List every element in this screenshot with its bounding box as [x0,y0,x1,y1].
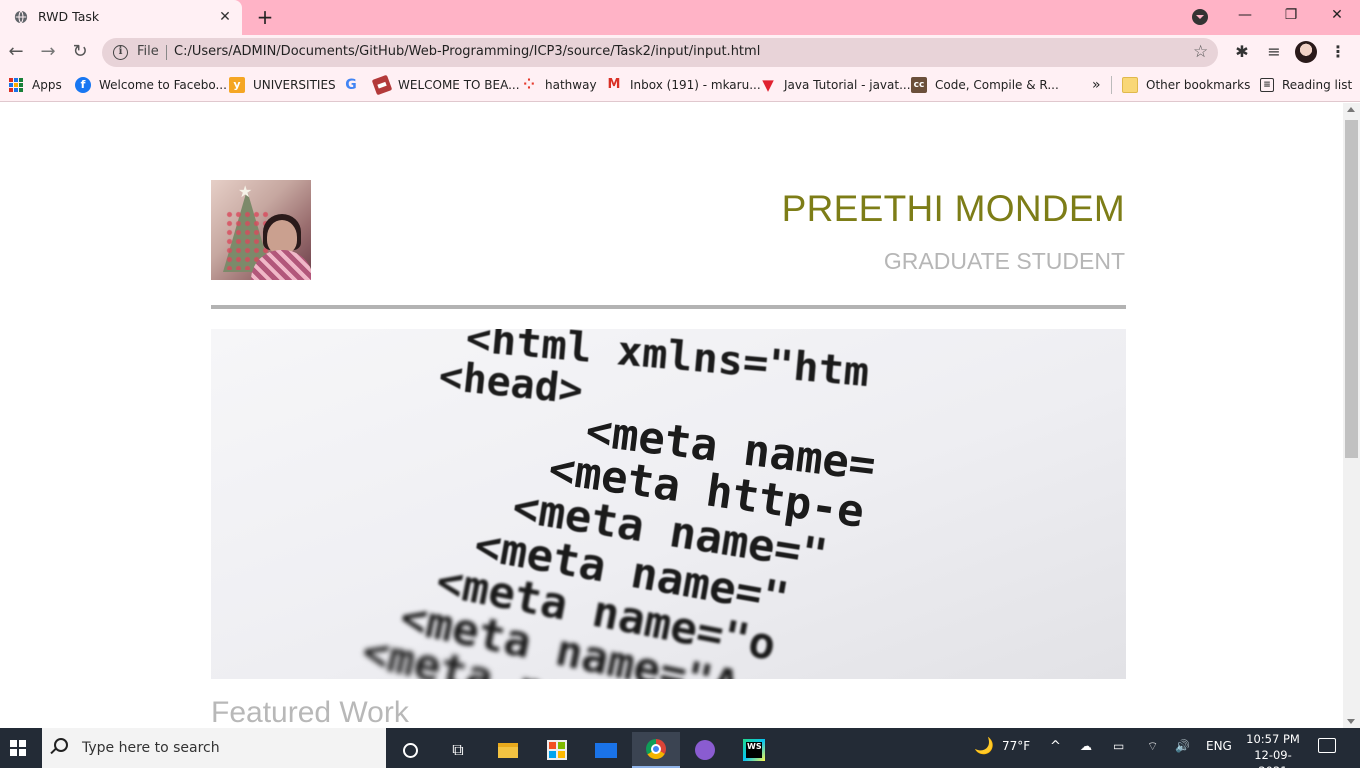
forward-button[interactable]: → [36,40,60,64]
tab-title: RWD Task [38,9,100,24]
minimize-button[interactable]: — [1222,0,1268,32]
taskbar-search-placeholder: Type here to search [82,740,220,756]
bookmarks-bar: Apps f Welcome to Facebo... y UNIVERSITI… [0,69,1360,102]
onedrive-icon[interactable]: ☁ [1080,739,1092,753]
bookmarks-overflow-button[interactable]: » [1092,76,1101,94]
weather-moon-icon[interactable]: 🌙 [974,736,994,755]
title-bar: RWD Task ✕ + — ❐ ✕ [0,0,1360,35]
bookmark-javatpoint[interactable]: ▼ Java Tutorial - javat... [760,76,910,94]
microsoft-store-icon[interactable] [533,732,581,768]
notifications-icon[interactable] [1318,738,1336,753]
windows-start-icon[interactable] [10,740,26,756]
bookmarks-separator [1111,76,1112,94]
reading-list[interactable]: ≡ Reading list [1260,76,1352,94]
scroll-up-arrow-icon[interactable] [1347,107,1355,112]
bookmark-apps[interactable]: Apps [9,76,62,94]
taskbar-search-box[interactable]: Type here to search [42,728,386,768]
facebook-icon: f [75,77,91,93]
bookmark-facebook[interactable]: f Welcome to Facebo... [75,76,227,94]
page-viewport: ★ PREETHI MONDEM GRADUATE STUDENT <html … [0,103,1343,728]
other-bookmarks[interactable]: Other bookmarks [1122,76,1250,94]
taskbar-clock[interactable]: 10:57 PM 12-09-2021 [1242,731,1304,779]
bea-icon: ▬ [371,74,393,96]
address-bar[interactable]: i File C:/Users/ADMIN/Documents/GitHub/W… [102,38,1218,67]
featured-work-heading: Featured Work [211,696,409,728]
extensions-icon[interactable]: ✱ [1230,40,1254,64]
info-icon[interactable]: i [113,45,128,60]
google-icon: G [345,77,357,93]
page-name-heading: PREETHI MONDEM [781,188,1125,229]
bookmark-universities[interactable]: y UNIVERSITIES [229,76,336,94]
globe-icon [14,10,28,24]
scroll-thumb[interactable] [1345,120,1358,458]
cortana-icon[interactable] [386,732,434,768]
browser-toolbar: ← → ↻ i File C:/Users/ADMIN/Documents/Gi… [0,35,1360,69]
gmail-icon: M [607,77,621,92]
bookmark-code-compile[interactable]: cc Code, Compile & R... [911,76,1059,94]
reload-button[interactable]: ↻ [68,40,92,64]
javatpoint-icon: ▼ [762,76,774,94]
url-text[interactable]: C:/Users/ADMIN/Documents/GitHub/Web-Prog… [174,44,760,59]
menu-icon[interactable]: ⋮ [1326,40,1350,64]
cc-icon: cc [911,77,927,93]
new-tab-button[interactable]: + [254,6,276,28]
bookmark-gmail[interactable]: M Inbox (191) - mkaru... [606,76,761,94]
clock-date: 12-09-2021 [1254,748,1292,778]
bookmark-bea[interactable]: ▬ WELCOME TO BEA... [371,74,520,96]
webstorm-icon[interactable]: WS [730,732,778,768]
browser-tab[interactable]: RWD Task ✕ [0,0,242,35]
bookmark-hathway[interactable]: ⁘ hathway [521,76,596,94]
page-scrollbar[interactable] [1343,103,1360,728]
url-scheme-label: File [137,44,159,59]
media-control-icon[interactable]: ≡ [1262,40,1286,64]
close-tab-icon[interactable]: ✕ [216,8,234,26]
yocket-icon: y [229,77,245,93]
show-hidden-icons-icon[interactable]: ^ [1050,739,1061,754]
mail-icon[interactable] [582,732,630,768]
header-divider [211,305,1126,309]
search-icon [54,738,68,752]
apps-grid-icon [9,78,23,92]
tab-search-icon[interactable] [1192,9,1208,25]
github-desktop-icon[interactable] [681,732,729,768]
close-window-button[interactable]: ✕ [1314,0,1360,32]
reading-list-icon: ≡ [1260,78,1274,92]
volume-icon[interactable]: 🔊 [1175,739,1190,753]
profile-photo: ★ [211,180,311,280]
address-separator [166,45,167,60]
profile-avatar[interactable] [1295,41,1317,63]
task-view-icon[interactable]: ⧉ [434,732,482,768]
hathway-icon: ⁘ [523,77,535,93]
file-explorer-icon[interactable] [484,732,532,768]
wifi-icon[interactable]: ⌔ [1147,739,1158,754]
hero-image: <html xmlns="htm <head> <meta name= <met… [211,329,1126,679]
windows-taskbar: Type here to search ⧉ WS 🌙 77°F ^ ☁ ▭ ⌔ … [0,728,1360,778]
restore-button[interactable]: ❐ [1268,0,1314,32]
battery-icon[interactable]: ▭ [1113,739,1124,753]
page-role-subheading: GRADUATE STUDENT [883,248,1125,274]
scroll-down-arrow-icon[interactable] [1347,719,1355,724]
back-button[interactable]: ← [4,40,28,64]
chrome-icon[interactable] [632,732,680,768]
bookmark-google[interactable]: G [343,76,367,94]
language-indicator[interactable]: ENG [1206,739,1232,753]
clock-time: 10:57 PM [1246,732,1300,746]
weather-temperature[interactable]: 77°F [1002,739,1030,753]
folder-icon [1122,77,1138,93]
bookmark-star-icon[interactable]: ☆ [1193,42,1208,62]
